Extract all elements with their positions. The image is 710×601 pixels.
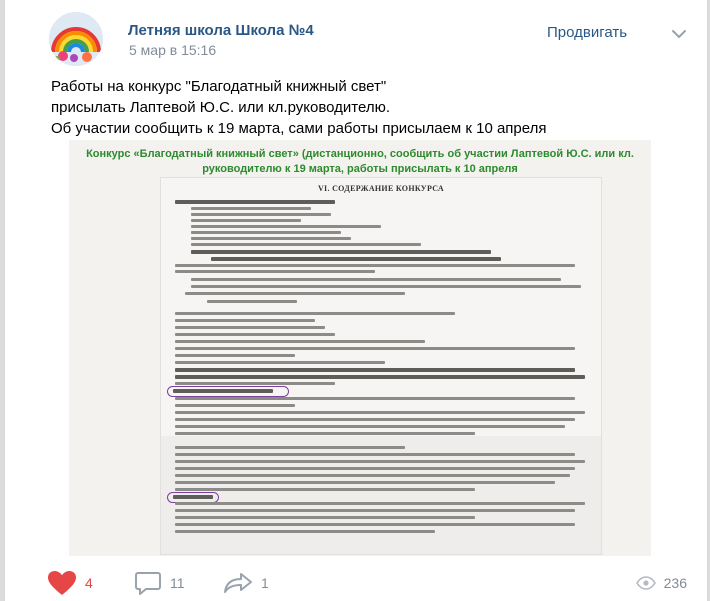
community-avatar[interactable]: [49, 12, 103, 66]
document-title: VI. СОДЕРЖАНИЕ КОНКУРСА: [317, 184, 444, 193]
view-counter: 236: [635, 568, 687, 598]
post-header: Летняя школа Школа №4 5 мар в 15:16 Прод…: [49, 12, 689, 66]
community-name[interactable]: Летняя школа Школа №4: [128, 22, 314, 39]
like-count: 4: [85, 575, 93, 591]
promote-button[interactable]: Продвигать: [547, 24, 627, 41]
share-button[interactable]: 1: [223, 568, 269, 598]
view-count: 236: [663, 575, 687, 591]
chevron-down-icon[interactable]: [671, 28, 687, 40]
post-text-line: Об участии сообщить к 19 марта, сами раб…: [51, 120, 547, 137]
eye-icon: [635, 576, 656, 590]
rainbow-logo-icon: [49, 12, 103, 66]
post-photo[interactable]: Конкурс «Благодатный книжный свет» (дист…: [69, 140, 651, 556]
comment-button[interactable]: 11: [135, 568, 185, 598]
comment-count: 11: [170, 575, 185, 591]
post-text-line: Работы на конкурс "Благодатный книжный с…: [51, 78, 387, 95]
post-timestamp[interactable]: 5 мар в 15:16: [129, 42, 216, 58]
photo-banner-text: Конкурс «Благодатный книжный свет» (дист…: [69, 147, 651, 177]
comment-icon: [135, 572, 161, 595]
share-icon: [224, 573, 252, 593]
like-button[interactable]: 4: [47, 568, 93, 598]
post-card: Летняя школа Школа №4 5 мар в 15:16 Прод…: [4, 0, 708, 601]
photo-banner-line: Конкурс «Благодатный книжный свет» (дист…: [86, 148, 634, 160]
post-actions: 4 11 1 236: [47, 568, 687, 598]
post-text-line: присылать Лаптевой Ю.С. или кл.руководит…: [51, 99, 391, 116]
post-text: Работы на конкурс "Благодатный книжный с…: [51, 76, 671, 139]
document-page-part: [161, 436, 601, 554]
photo-banner-line: руководителю к 19 марта, работы присылат…: [202, 163, 518, 175]
share-count: 1: [261, 575, 269, 591]
heart-icon: [48, 571, 76, 595]
